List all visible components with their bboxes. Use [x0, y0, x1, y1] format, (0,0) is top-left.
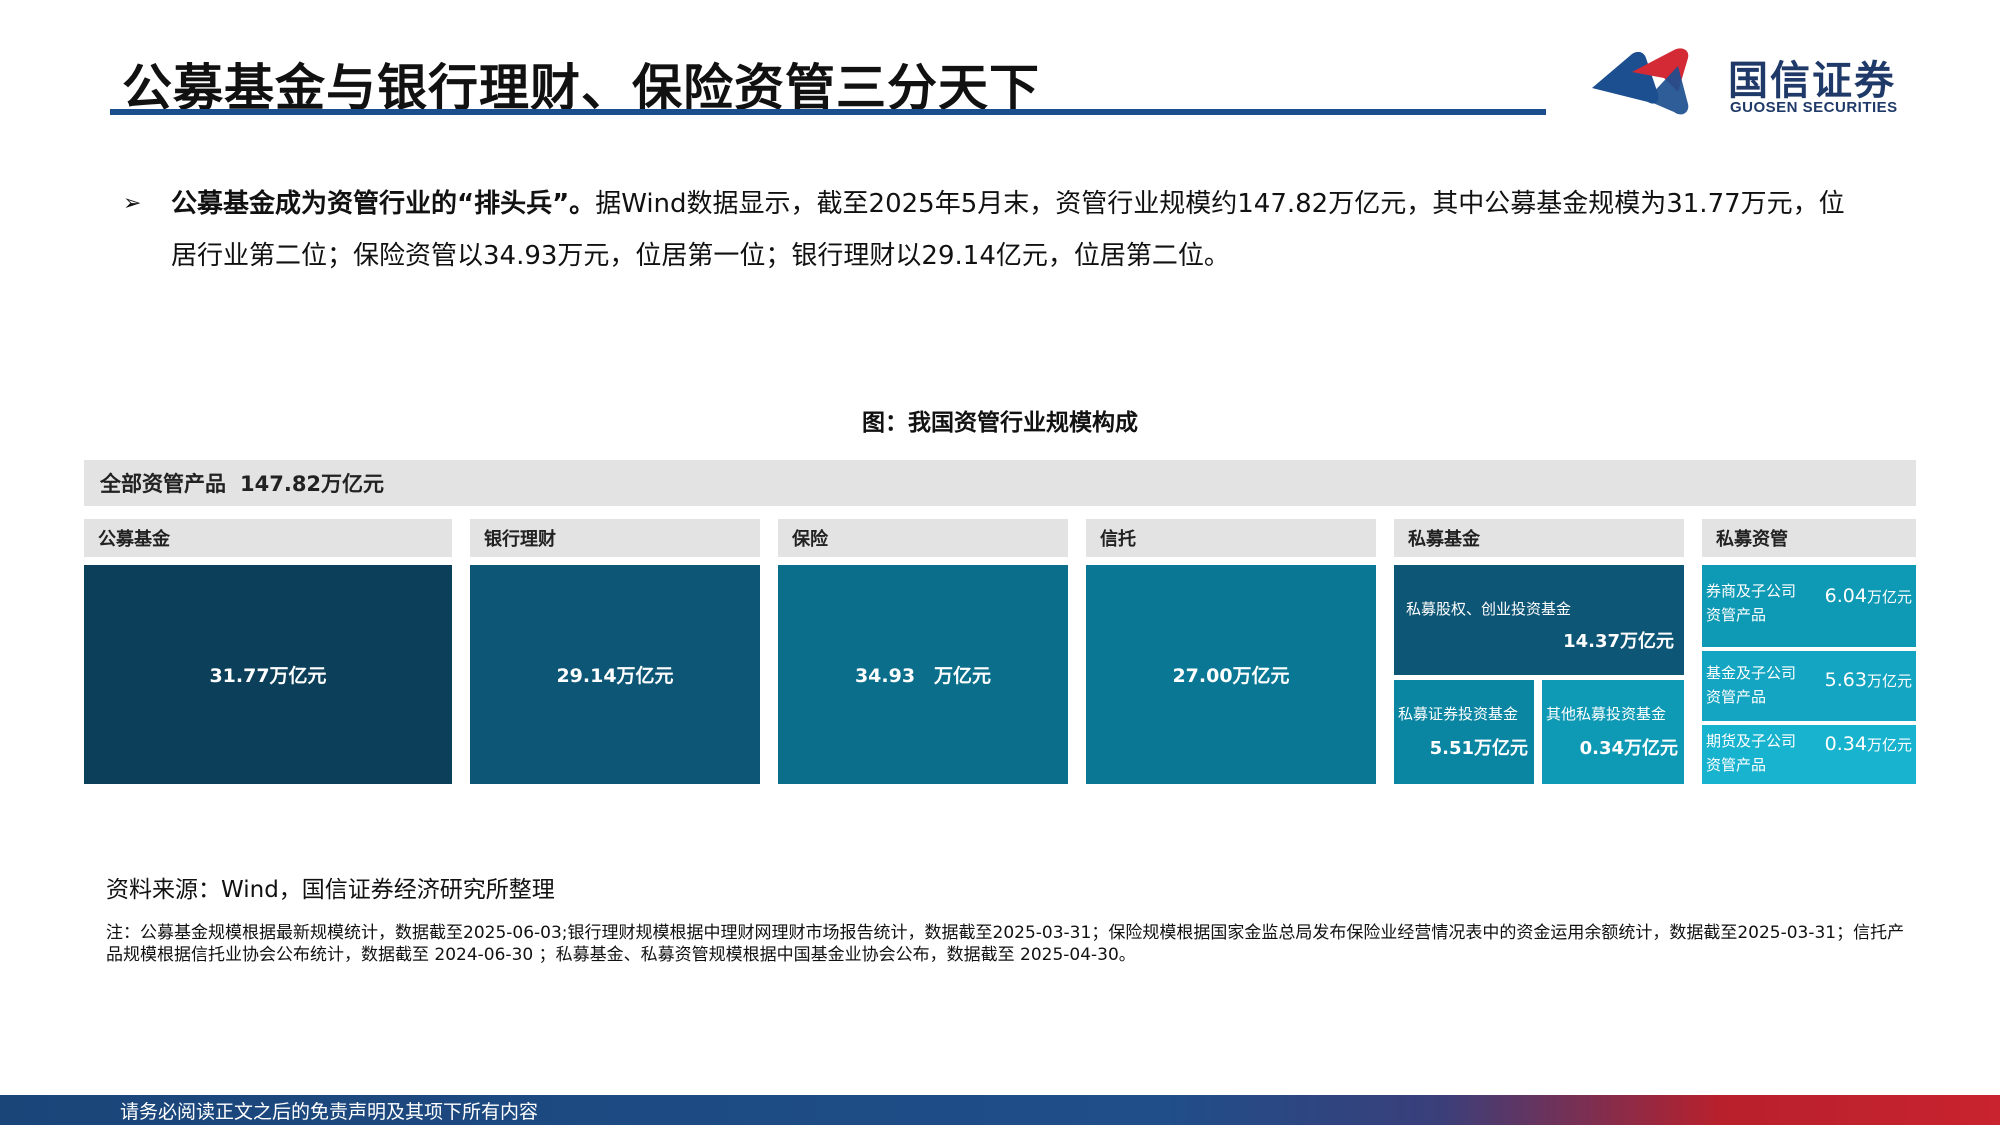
tile-value: 6.04万亿元 — [1825, 585, 1912, 607]
logo-text-en: GUOSEN SECURITIES — [1730, 99, 1898, 116]
tile-insurance: 34.93 万亿元 — [778, 565, 1068, 784]
tile-value: 14.37万亿元 — [1563, 631, 1674, 652]
tile-private-other: 其他私募投资基金 0.34万亿元 — [1542, 680, 1684, 784]
tile-label-line2: 资管产品 — [1706, 606, 1767, 624]
disclaimer-text: 请务必阅读正文之后的免责声明及其项下所有内容 — [120, 1101, 539, 1123]
column-header-private-am: 私募资管 — [1702, 519, 1916, 557]
tile-broker-am: 券商及子公司 资管产品 6.04万亿元 — [1702, 565, 1916, 647]
column-header-public-fund: 公募基金 — [84, 519, 452, 557]
footer-bar: 请务必阅读正文之后的免责声明及其项下所有内容 — [0, 1095, 2000, 1125]
tile-value-num: 5.63 — [1824, 669, 1867, 691]
tile-value: 5.51万亿元 — [1429, 738, 1528, 759]
tile-value-unit: 万亿元 — [1866, 588, 1912, 606]
logo-text-cn: 国信证券 — [1728, 58, 1896, 104]
title-underline — [110, 109, 1546, 115]
tile-private-equity-vc: 私募股权、创业投资基金 14.37万亿元 — [1394, 565, 1684, 675]
note-text: 注：公募基金规模根据最新规模统计，数据截至2025-06-03;银行理财规模根据… — [106, 923, 1905, 965]
total-value: 147.82万亿元 — [240, 472, 385, 496]
bullet-paragraph: ➢ 公募基金成为资管行业的“排头兵”。据Wind数据显示，截至2025年5月末，… — [123, 178, 1863, 282]
tile-private-securities: 私募证券投资基金 5.51万亿元 — [1394, 680, 1534, 784]
tile-value: 0.34万亿元 — [1579, 738, 1678, 759]
tile-label: 私募证券投资基金 — [1398, 705, 1519, 723]
tile-label-line2: 资管产品 — [1706, 756, 1767, 774]
bullet-text: 公募基金成为资管行业的“排头兵”。据Wind数据显示，截至2025年5月末，资管… — [123, 178, 1863, 282]
tile-value-num: 0.34 — [1824, 733, 1867, 755]
tile-value-num: 6.04 — [1824, 585, 1867, 607]
tile-futures-am: 期货及子公司 资管产品 0.34万亿元 — [1702, 725, 1916, 784]
tile-label-line1: 基金及子公司 — [1706, 664, 1797, 682]
tile-trust: 27.00万亿元 — [1086, 565, 1376, 784]
tile-label: 私募股权、创业投资基金 — [1406, 600, 1572, 618]
tile-label-line1: 券商及子公司 — [1706, 582, 1797, 600]
column-header-trust: 信托 — [1086, 519, 1376, 557]
tile-label: 其他私募投资基金 — [1546, 705, 1667, 723]
tile-value: 0.34万亿元 — [1825, 733, 1912, 755]
total-header: 全部资管产品 147.82万亿元 — [84, 460, 1916, 506]
chart-title: 图：我国资管行业规模构成 — [862, 410, 1138, 436]
column-header-private-fund: 私募基金 — [1394, 519, 1684, 557]
logo-mark-icon — [1592, 48, 1689, 115]
column-header-bank-wealth: 银行理财 — [470, 519, 760, 557]
tile-bank-wealth: 29.14万亿元 — [470, 565, 760, 784]
company-logo: 国信证券 GUOSEN SECURITIES — [1588, 44, 1908, 128]
bullet-bold-lead: 公募基金成为资管行业的“排头兵”。 — [171, 189, 596, 219]
tile-value-unit: 万亿元 — [1866, 736, 1912, 754]
column-header-insurance: 保险 — [778, 519, 1068, 557]
tile-value-unit: 万亿元 — [1866, 672, 1912, 690]
tile-value: 5.63万亿元 — [1825, 669, 1912, 691]
tile-label-line2: 资管产品 — [1706, 688, 1767, 706]
tile-fund-sub-am: 基金及子公司 资管产品 5.63万亿元 — [1702, 651, 1916, 721]
bullet-arrow-icon: ➢ — [123, 191, 142, 216]
tile-public-fund: 31.77万亿元 — [84, 565, 452, 784]
tile-label-line1: 期货及子公司 — [1706, 732, 1797, 750]
source-text: 资料来源：Wind，国信证券经济研究所整理 — [106, 877, 555, 903]
total-label: 全部资管产品 — [100, 472, 226, 496]
